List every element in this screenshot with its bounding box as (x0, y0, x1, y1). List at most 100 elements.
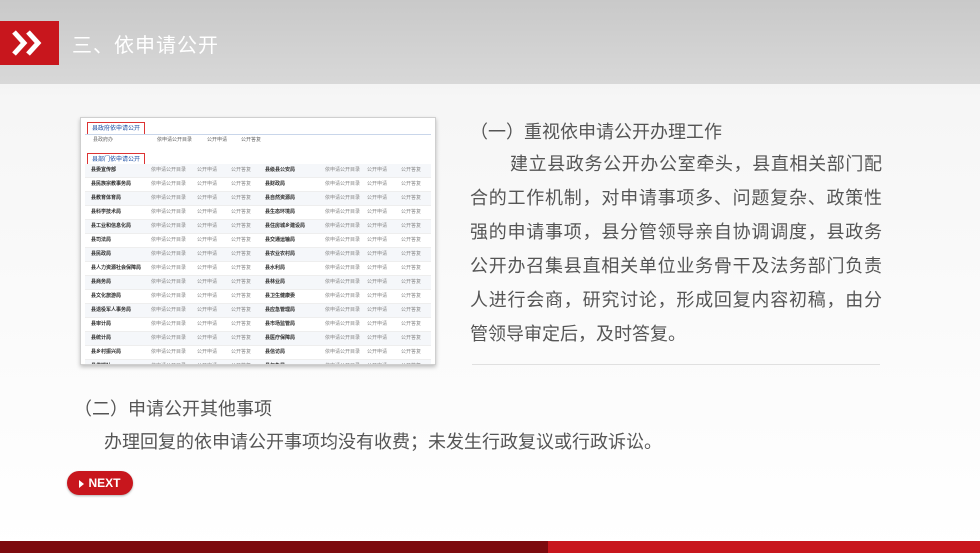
table-cell: 公开申请 (367, 195, 388, 201)
table-cell: 公开答复 (401, 293, 422, 299)
dept-link[interactable]: 县气象局 (265, 360, 285, 364)
section2-title: （二）申请公开其他事项 (74, 399, 272, 420)
table-cell: 依申请公开目录 (325, 251, 361, 257)
dept-link[interactable]: 县审计局 (91, 318, 111, 331)
table-cell: 公开申请 (367, 265, 388, 271)
table-cell: 依申请公开目录 (151, 167, 187, 173)
table-row: 县人力资源社会保障局 依申请公开目录 公开申请 公开答复 县水利局 依申请公开目录 公开申请… (85, 262, 431, 276)
table-cell: 公开申请 (197, 360, 217, 364)
table-row: 县工业和信息化局 依申请公开目录 公开申请 公开答复 县住房城乡建设局 依申请公开目录 公开… (85, 220, 431, 234)
table-cell: 公开答复 (401, 167, 422, 173)
table-cell: 公开申请 (197, 209, 218, 215)
dept-link[interactable]: 县卫生健康委 (265, 290, 295, 303)
dept-link[interactable]: 县生态环境局 (265, 206, 295, 219)
table-cell: 依申请公开目录 (325, 265, 361, 271)
dept-link[interactable]: 县医疗保障局 (265, 332, 295, 345)
dept-link[interactable]: 县工业和信息化局 (91, 220, 131, 233)
dept-link[interactable]: 县级县公安局 (265, 164, 295, 177)
dept-link[interactable]: 县农业农村局 (265, 248, 295, 261)
table-cell: 公开答复 (401, 181, 422, 187)
table-cell: 公开申请 (367, 335, 388, 341)
table-cell: 依申请公开目录 (325, 181, 361, 187)
table-row: 县文化旅游局 依申请公开目录 公开申请 公开答复 县卫生健康委 依申请公开目录 公开申请 公开… (85, 290, 431, 304)
table-cell: 依申请公开目录 (325, 167, 361, 173)
table-cell: 公开答复 (401, 279, 422, 285)
table-cell: 公开申请 (367, 237, 388, 243)
table-cell: 依申请公开目录 (325, 335, 361, 341)
table-cell: 公开答复 (401, 335, 422, 341)
table-cell: 公开答复 (231, 209, 252, 215)
table-cell: 公开申请 (197, 223, 218, 229)
table-cell: 依申请公开目录 (151, 307, 187, 313)
table-cell: 公开答复 (231, 181, 252, 187)
section1-body: 建立县政务公开办公室牵头，县直相关部门配合的工作机制，对申请事项多、问题复杂、政… (470, 154, 882, 345)
section1-title: （一）重视依申请公开办理工作 (470, 122, 722, 143)
table-cell: 依申请公开目录 (151, 237, 187, 243)
table-cell: 公开答复 (401, 251, 422, 257)
table-cell: 公开答复 (231, 293, 252, 299)
top-row-catalog: 依申请公开目录 (157, 137, 193, 143)
table-row: 县民政局 依申请公开目录 公开申请 公开答复 县农业农村局 依申请公开目录 公开申请 公开答复 (85, 248, 431, 262)
table-cell: 依申请公开目录 (151, 335, 187, 341)
table-cell: 依申请公开目录 (151, 181, 187, 187)
dept-link[interactable]: 县司法局 (91, 234, 111, 247)
dept-link[interactable]: 县住房城乡建设局 (265, 220, 305, 233)
top-row-apply: 公开申请 (207, 137, 228, 143)
dept-link[interactable]: 县交通运输局 (265, 234, 295, 247)
table-cell: 依申请公开目录 (151, 195, 187, 201)
table-cell: 公开答复 (401, 265, 422, 271)
table-cell: 公开申请 (197, 349, 218, 355)
dept-link[interactable]: 县财政局 (265, 178, 285, 191)
table-row: 县科学技术局 依申请公开目录 公开申请 公开答复 县生态环境局 依申请公开目录 公开申请 公开… (85, 206, 431, 220)
dept-link[interactable]: 县委宣传部 (91, 164, 116, 177)
table-row: 县委宣传部 依申请公开目录 公开申请 公开答复 县级县公安局 依申请公开目录 公开申请 公开答… (85, 164, 431, 178)
table-cell: 依申请公开目录 (151, 360, 186, 364)
table-cell: 公开答复 (231, 167, 252, 173)
table-cell: 依申请公开目录 (325, 209, 361, 215)
top-row-reply: 公开答复 (241, 137, 262, 143)
table-cell: 公开答复 (401, 223, 422, 229)
table-cell: 公开申请 (367, 349, 388, 355)
table-cell: 公开申请 (367, 251, 388, 257)
table-cell: 公开申请 (197, 167, 218, 173)
table-row: 县司法局 依申请公开目录 公开申请 公开答复 县交通运输局 依申请公开目录 公开申请 公开答复 (85, 234, 431, 248)
table-cell: 依申请公开目录 (151, 279, 187, 285)
table-cell: 依申请公开目录 (151, 349, 187, 355)
table-row: 县商务局 依申请公开目录 公开申请 公开答复 县林业局 依申请公开目录 公开申请 公开答复 (85, 276, 431, 290)
dept-link[interactable]: 县人力资源社会保障局 (91, 262, 141, 275)
dept-link[interactable]: 县乡村振兴局 (91, 346, 121, 359)
page-title: 三、依申请公开 (72, 33, 219, 57)
table-cell: 公开申请 (367, 279, 388, 285)
dept-link[interactable]: 县商务局 (91, 276, 111, 289)
dept-link[interactable]: 县供销社 (91, 360, 111, 364)
table-cell: 依申请公开目录 (151, 321, 187, 327)
table-cell: 公开答复 (231, 251, 252, 257)
dept-link[interactable]: 县水利局 (265, 262, 285, 275)
next-button-label: NEXT (88, 476, 121, 490)
dept-link[interactable]: 县民政局 (91, 248, 111, 261)
table-cell: 依申请公开目录 (151, 293, 187, 299)
table-cell: 公开答复 (231, 349, 252, 355)
table-cell: 依申请公开目录 (325, 195, 361, 201)
table-cell: 公开申请 (197, 335, 218, 341)
dept-link[interactable]: 县科学技术局 (91, 206, 121, 219)
dept-link[interactable]: 县林业局 (265, 276, 285, 289)
dept-link[interactable]: 县应急管理局 (265, 304, 295, 317)
dept-link[interactable]: 县教育体育局 (91, 192, 121, 205)
dept-link[interactable]: 县自然资源局 (265, 192, 295, 205)
footer-bar-dark (0, 541, 548, 553)
dept-link[interactable]: 县统计局 (91, 332, 111, 345)
table-cell: 公开答复 (231, 307, 252, 313)
top-row: 县政府办 依申请公开目录 公开申请 公开答复 (91, 136, 431, 145)
header-badge (0, 21, 59, 65)
dept-link[interactable]: 县民族宗教事务局 (91, 178, 131, 191)
table-row: 县民族宗教事务局 依申请公开目录 公开申请 公开答复 县财政局 依申请公开目录 公开申请 公开… (85, 178, 431, 192)
dept-link[interactable]: 县退役军人事务局 (91, 304, 131, 317)
dept-link[interactable]: 县文化旅游局 (91, 290, 121, 303)
table-cell: 公开答复 (231, 360, 251, 364)
table-cell: 公开申请 (367, 321, 388, 327)
dept-link[interactable]: 县市场监管局 (265, 318, 295, 331)
next-button[interactable]: NEXT (67, 471, 133, 495)
table-cell: 公开申请 (197, 293, 218, 299)
dept-link[interactable]: 县信访局 (265, 346, 285, 359)
